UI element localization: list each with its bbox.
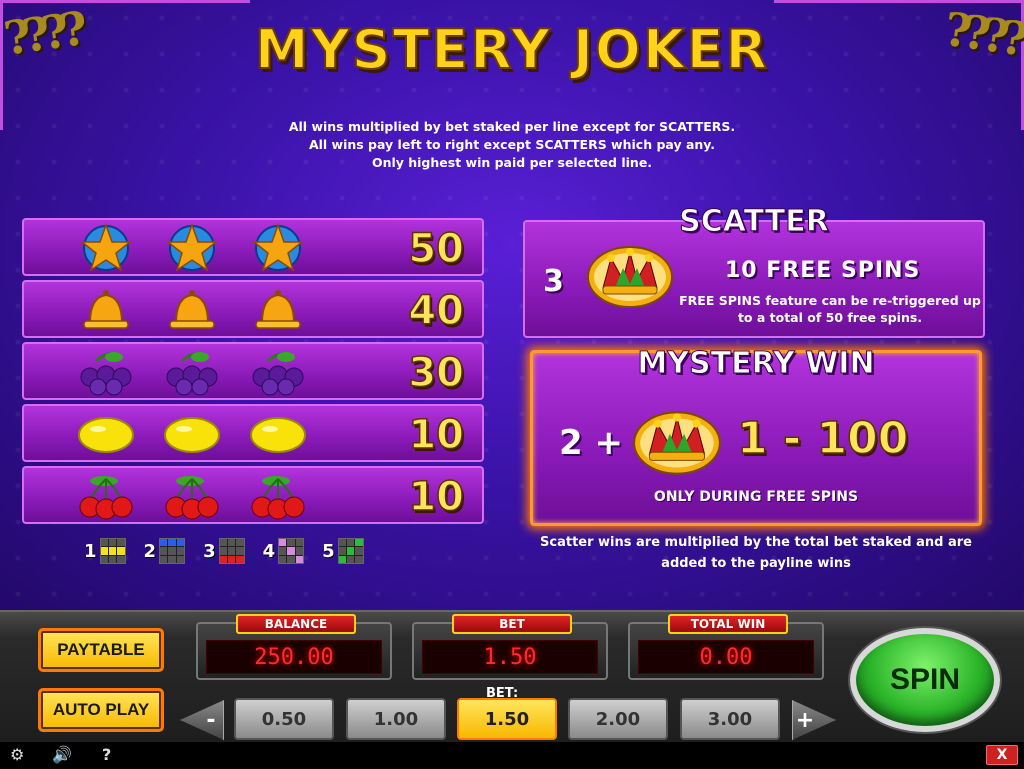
mystery-count: 2 + [559, 423, 623, 463]
star-icon [248, 223, 308, 272]
free-spins-title: 10 FREE SPINS [725, 258, 921, 283]
bet-decrease-button[interactable]: - [180, 700, 224, 740]
help-icon[interactable]: ? [102, 745, 111, 764]
balance-meter: BALANCE 250.00 [196, 614, 392, 680]
plum-icon [162, 348, 222, 396]
bet-option[interactable]: 1.00 [346, 698, 446, 740]
bet-meter-label: BET [452, 614, 572, 634]
bet-option[interactable]: 3.00 [680, 698, 780, 740]
paytable-row: 40 [22, 280, 484, 338]
star-icon [162, 223, 222, 272]
payline-number: 3 [203, 540, 216, 562]
bet-option[interactable]: 2.00 [568, 698, 668, 740]
joker-hat-icon [631, 405, 723, 485]
autoplay-button[interactable]: AUTO PLAY [38, 688, 164, 732]
total-win-label: TOTAL WIN [668, 614, 788, 634]
free-spins-description: FREE SPINS feature can be re-triggered u… [679, 293, 981, 325]
bell-icon [76, 286, 136, 334]
total-win-value: 0.00 [638, 640, 814, 674]
balance-value: 250.00 [206, 640, 382, 674]
lemon-icon [248, 410, 308, 458]
mystery-range: 1 - 100 [736, 412, 909, 465]
mystery-note: ONLY DURING FREE SPINS [653, 489, 859, 505]
balance-label: BALANCE [236, 614, 356, 634]
payline-number: 5 [322, 540, 335, 562]
star-icon [76, 223, 136, 272]
mystery-win-title: MYSTERY WIN [637, 346, 875, 382]
payline-key-item: 4 [263, 538, 305, 564]
paytable-row: 50 [22, 218, 484, 276]
bell-icon [248, 286, 308, 334]
payline-key: 1 2 3 4 5 [84, 538, 364, 564]
lemon-icon [76, 410, 136, 458]
bet-meter: BET 1.50 [412, 614, 608, 680]
cherry-icon [248, 472, 308, 520]
payline-grid-icon [218, 538, 245, 564]
gear-icon[interactable]: ⚙ [10, 745, 24, 764]
payline-number: 1 [84, 540, 97, 562]
rule-line: All wins multiplied by bet staked per li… [288, 119, 736, 134]
paytable-list: 50 40 30 10 10 [22, 218, 484, 528]
payout-amount: 40 [408, 287, 465, 335]
payline-key-item: 2 [144, 538, 186, 564]
payline-key-item: 1 [84, 538, 126, 564]
payout-amount: 50 [408, 225, 465, 273]
payline-grid-icon [99, 538, 126, 564]
scatter-title: SCATTER [679, 204, 830, 240]
payline-number: 4 [262, 540, 276, 562]
total-win-meter: TOTAL WIN 0.00 [628, 614, 824, 680]
paytable-row: 10 [22, 404, 484, 462]
joker-hat-icon [585, 244, 675, 314]
control-bar: PAYTABLE AUTO PLAY BALANCE 250.00 BET 1.… [0, 610, 1024, 742]
payline-grid-icon [278, 538, 305, 564]
game-stage: ???? ???? MYSTERY JOKER All wins multipl… [0, 0, 1024, 610]
game-title: MYSTERY JOKER [254, 17, 770, 82]
plum-icon [76, 348, 136, 396]
payline-key-item: 5 [322, 538, 364, 564]
bell-icon [162, 286, 222, 334]
rule-line: All wins pay left to right except SCATTE… [308, 137, 716, 152]
paytable-button[interactable]: PAYTABLE [38, 628, 164, 672]
speaker-icon[interactable]: 🔊 [52, 745, 72, 764]
plum-icon [248, 348, 308, 396]
payout-amount: 30 [408, 349, 465, 397]
cherry-icon [76, 472, 136, 520]
cherry-icon [162, 472, 222, 520]
paytable-row: 10 [22, 466, 484, 524]
payline-number: 2 [143, 540, 157, 562]
scatter-note: Scatter wins are multiplied by the total… [540, 535, 972, 571]
rules-text: All wins multiplied by bet staked per li… [0, 118, 1024, 172]
payout-amount: 10 [408, 473, 465, 521]
payline-key-item: 3 [203, 538, 245, 564]
scatter-count: 3 [543, 264, 564, 299]
lemon-icon [162, 410, 222, 458]
status-bar: ⚙ 🔊 ? X [0, 742, 1024, 769]
bet-increase-button[interactable]: + [792, 700, 836, 740]
paytable-row: 30 [22, 342, 484, 400]
rule-line: Only highest win paid per selected line. [371, 155, 653, 170]
bet-option[interactable]: 0.50 [234, 698, 334, 740]
bet-meter-value: 1.50 [422, 640, 598, 674]
spin-button[interactable]: SPIN [850, 628, 1000, 732]
bet-option-selected[interactable]: 1.50 [457, 698, 557, 740]
payline-grid-icon [337, 538, 364, 564]
payout-amount: 10 [408, 411, 465, 459]
close-button[interactable]: X [986, 745, 1018, 765]
payline-grid-icon [159, 538, 186, 564]
